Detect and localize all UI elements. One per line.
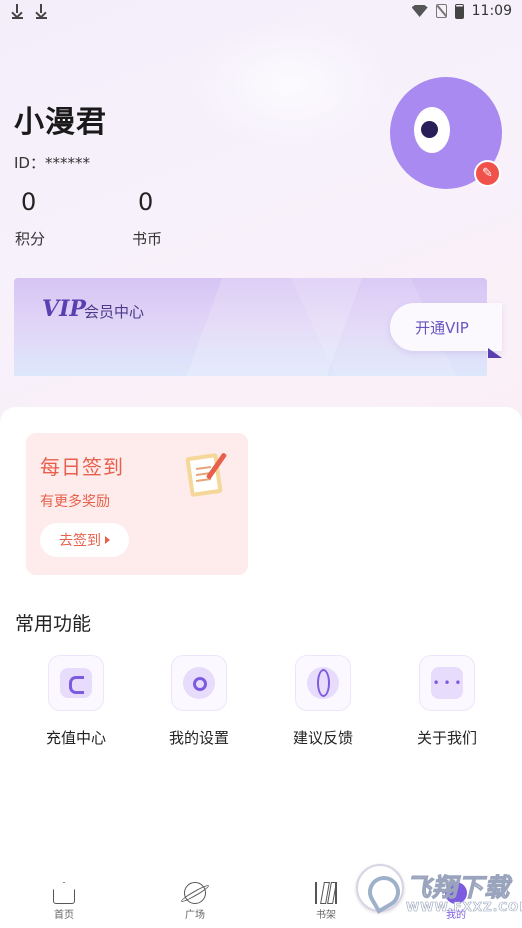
planet-icon — [184, 882, 206, 904]
tab-square-label: 广场 — [185, 910, 205, 921]
tab-square[interactable]: 广场 — [165, 882, 225, 921]
vip-ribbon-tail — [488, 348, 502, 358]
status-bar: 11:09 — [0, 0, 522, 26]
download-icon — [34, 3, 48, 19]
watermark-url: WWW.FXXZ.COM — [406, 900, 522, 915]
download-icon — [10, 3, 24, 19]
points-stat[interactable]: 0 积分 — [15, 188, 45, 249]
user-name[interactable]: 小漫君 — [14, 97, 107, 141]
about-us-item[interactable]: 关于我们 — [397, 655, 497, 748]
decorative-swirl — [190, 20, 390, 150]
avatar-eye — [414, 107, 450, 153]
home-icon — [53, 882, 75, 904]
battery-icon — [454, 3, 464, 19]
daily-checkin-card[interactable]: 每日签到 有更多奖励 去签到 — [26, 433, 248, 575]
recharge-center-item[interactable]: 充值中心 — [26, 655, 126, 748]
tab-home[interactable]: 首页 — [34, 882, 94, 921]
feedback-icon — [295, 655, 351, 711]
checkin-subtitle: 有更多奖励 — [40, 494, 110, 510]
points-value: 0 — [21, 188, 37, 216]
coins-label: 书币 — [132, 230, 163, 248]
open-vip-button[interactable]: 开通VIP — [390, 303, 502, 351]
tab-bookshelf-label: 书架 — [316, 910, 336, 921]
feedback-item[interactable]: 建议反馈 — [273, 655, 373, 748]
gear-icon — [171, 655, 227, 711]
recharge-center-label: 充值中心 — [45, 729, 106, 747]
wifi-icon — [411, 5, 428, 17]
watermark-text: 飞翔下载 — [405, 873, 511, 903]
user-id: ID：****** — [14, 154, 90, 172]
checkin-button-label: 去签到 — [59, 533, 101, 549]
about-icon — [419, 655, 475, 711]
watermark: 飞翔下载 WWW.FXXZ.COM — [356, 862, 522, 922]
clipboard-icon — [185, 451, 228, 498]
status-time: 11:09 — [471, 3, 512, 19]
tab-bookshelf[interactable]: 书架 — [296, 882, 356, 921]
edit-avatar-icon[interactable]: ✎ — [474, 160, 501, 187]
no-sim-icon — [435, 4, 447, 18]
tab-home-label: 首页 — [54, 910, 74, 921]
points-label: 积分 — [15, 230, 46, 248]
common-functions-title: 常用功能 — [15, 613, 92, 635]
recharge-icon — [48, 655, 104, 711]
bookshelf-icon — [315, 882, 337, 904]
checkin-button[interactable]: 去签到 — [40, 523, 129, 557]
coins-stat[interactable]: 0 书币 — [132, 188, 162, 249]
feedback-label: 建议反馈 — [292, 729, 353, 747]
my-settings-item[interactable]: 我的设置 — [149, 655, 249, 748]
arrow-right-icon — [105, 536, 110, 544]
vip-logo: VIP — [42, 296, 86, 322]
watermark-logo — [356, 864, 404, 912]
coins-value: 0 — [138, 188, 154, 216]
vip-center-title: 会员中心 — [84, 303, 145, 321]
my-settings-label: 我的设置 — [168, 729, 229, 747]
about-us-label: 关于我们 — [416, 729, 477, 747]
checkin-title: 每日签到 — [40, 455, 124, 479]
